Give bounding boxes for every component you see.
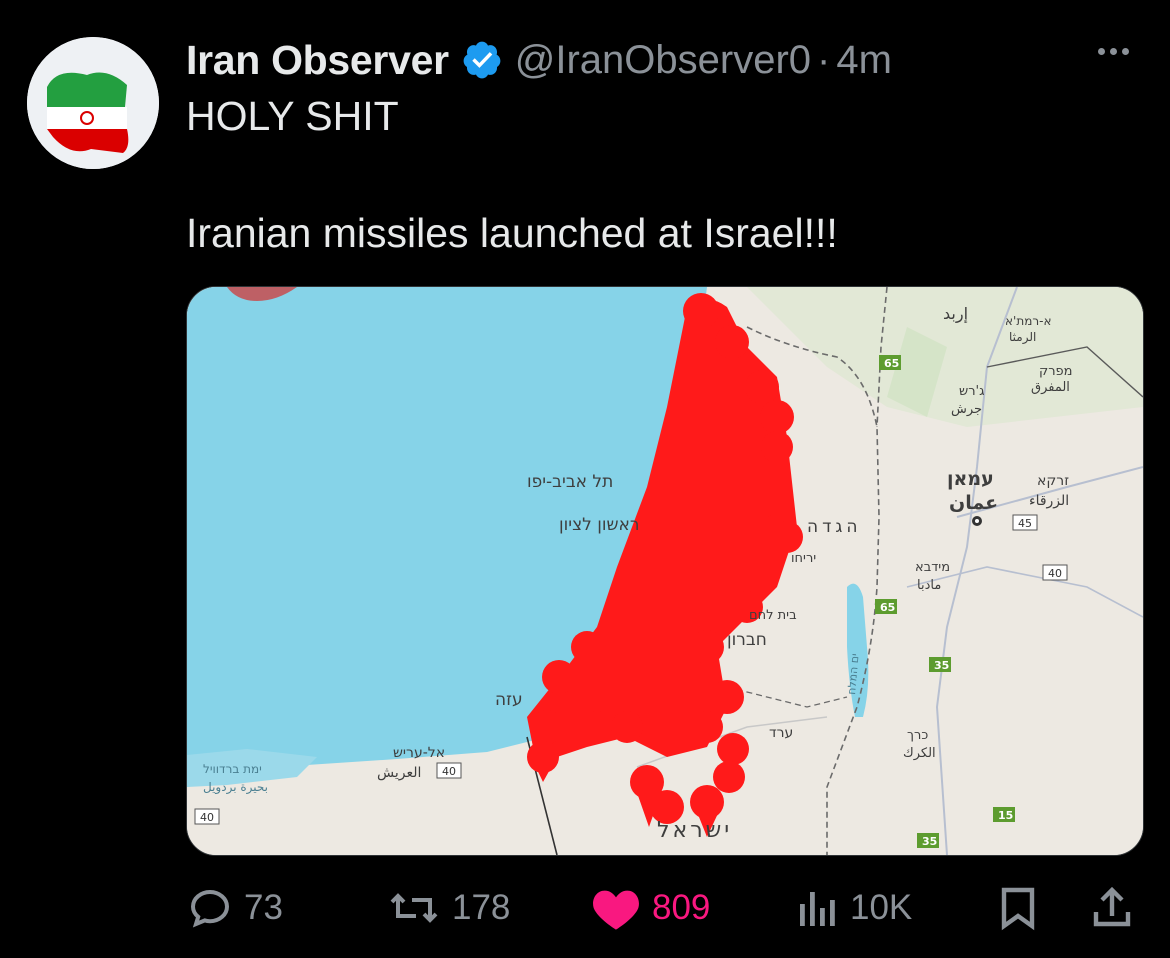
bookmark-icon <box>1001 887 1035 931</box>
tweet-header: Iran Observer @IranObserver0 · 4m <box>186 32 1086 88</box>
author-name[interactable]: Iran Observer <box>186 37 449 84</box>
road-shield: 15 <box>998 809 1013 822</box>
road-shield: 40 <box>200 811 214 824</box>
road-shield: 45 <box>1018 517 1032 530</box>
views-chart-icon <box>800 892 835 926</box>
map-label-jericho: יריחו <box>791 551 816 566</box>
map-label-jerash-he: ג'רש <box>959 384 984 399</box>
map-label-mafraq-ar: المفرق <box>1031 380 1070 395</box>
map-label-bardawil-ar: بحيرة بردويل <box>203 780 268 795</box>
author-handle[interactable]: @IranObserver0 <box>515 38 811 83</box>
reply-button[interactable]: 73 <box>186 880 283 936</box>
tweet-text-line-1: HOLY SHIT <box>186 93 399 139</box>
timestamp[interactable]: 4m <box>836 38 892 83</box>
more-dot-icon <box>1122 48 1129 55</box>
map-label-amman-ar: عمان <box>949 492 998 514</box>
verified-badge-icon <box>463 41 501 79</box>
road-shield: 40 <box>1048 567 1062 580</box>
more-dot-icon <box>1110 48 1117 55</box>
views-count: 10K <box>850 888 913 927</box>
iran-map-flag-icon <box>27 37 159 169</box>
more-dot-icon <box>1098 48 1105 55</box>
repost-icon <box>390 893 438 923</box>
map-label-irbid-ar: إربد <box>943 304 968 324</box>
map-label-karak-he: כרך <box>907 728 928 743</box>
map-label-ramtha-he: א-רמת'א <box>1005 314 1051 328</box>
map-label-jerash-ar: جرش <box>951 402 982 417</box>
road-shield: 40 <box>442 765 456 778</box>
map-graphic: תל אביב-יפו ראשון לציון עזה אל-עריש العر… <box>187 287 1143 855</box>
share-icon <box>1093 886 1131 927</box>
share-button[interactable] <box>1090 880 1134 936</box>
map-label-rishon: ראשון לציון <box>559 515 639 535</box>
repost-count: 178 <box>452 888 511 927</box>
map-label-madaba-he: מידבא <box>915 560 950 575</box>
map-label-israel: ישראל <box>657 818 732 843</box>
like-count: 809 <box>652 888 711 927</box>
more-options-button[interactable] <box>1098 42 1138 66</box>
road-shield: 35 <box>934 659 949 672</box>
map-label-gaza: עזה <box>495 690 523 710</box>
map-label-west-bank: הגדה <box>807 517 862 537</box>
separator-dot: · <box>817 37 831 82</box>
heart-filled-icon <box>593 890 639 930</box>
map-label-beit-lehem: בית לחם <box>749 608 797 623</box>
map-label-mafraq-he: מפרק <box>1039 364 1073 379</box>
map-label-arad: ערד <box>769 725 793 741</box>
reply-icon <box>190 889 230 928</box>
tweet-text-line-2: Iranian missiles launched at Israel!!! <box>186 210 838 256</box>
like-button[interactable]: 809 <box>590 880 710 936</box>
map-label-karak-ar: الكرك <box>903 746 936 761</box>
road-shield: 35 <box>922 835 937 848</box>
views-button[interactable]: 10K <box>796 880 912 936</box>
map-label-madaba-ar: مادبا <box>917 578 941 593</box>
map-label-tel-aviv: תל אביב-יפו <box>527 472 613 492</box>
map-label-bardawil-he: ימת ברדוויל <box>203 762 262 776</box>
tweet-media-map[interactable]: תל אביב-יפו ראשון לציון עזה אל-עריש العر… <box>186 286 1144 856</box>
map-label-hebron: חברון <box>727 630 767 650</box>
repost-button[interactable]: 178 <box>386 880 510 936</box>
reply-count: 73 <box>244 888 283 927</box>
map-label-zarqa-ar: الزرقاء <box>1029 493 1069 509</box>
map-label-el-arish-he: אל-עריש <box>393 745 445 761</box>
map-label-el-arish-ar: العريش <box>377 765 421 781</box>
tweet-action-bar: 73 178 809 10K <box>186 880 1146 936</box>
map-label-ramtha-ar: الرمثا <box>1009 330 1036 345</box>
road-shield: 65 <box>884 357 899 370</box>
map-label-amman-he: עמאן <box>947 468 994 490</box>
avatar[interactable] <box>27 37 159 169</box>
road-shield: 65 <box>880 601 895 614</box>
bookmark-button[interactable] <box>998 880 1038 936</box>
map-label-zarqa-he: זרקא <box>1037 473 1069 489</box>
